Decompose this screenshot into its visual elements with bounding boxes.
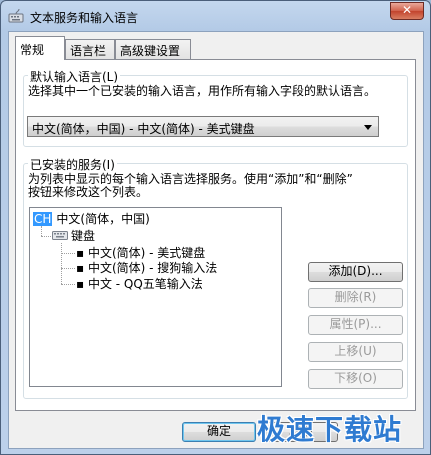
installed-services-tree[interactable]: CH 中文(简体，中国) 键盘 ▪ 中文(简体) - 美式键盘 ▪ 中文(简体)… (29, 207, 282, 387)
tab-advanced-key-settings[interactable]: 高级键设置 (115, 39, 191, 59)
default-language-selected-value: 中文(简体，中国) - 中文(简体) - 美式键盘 (32, 122, 255, 136)
tab-language-bar[interactable]: 语言栏 (65, 39, 115, 59)
default-language-group: 默认输入语言(L) 选择其中一个已安装的输入语言，用作所有输入字段的默认语言。 … (23, 68, 408, 147)
ok-button[interactable]: 确定 (182, 422, 256, 442)
tree-language-node[interactable]: CH 中文(简体，中国) (33, 212, 150, 226)
tree-language-label: 中文(简体，中国) (56, 212, 150, 226)
tree-connector (61, 284, 75, 285)
window-title: 文本服务和输入语言 (30, 11, 139, 25)
tree-service-label: 中文(简体) - 搜狗输入法 (87, 261, 218, 275)
tree-connector (61, 243, 62, 284)
keyboard-icon (52, 231, 68, 240)
chevron-down-icon (364, 125, 372, 130)
tree-service-item[interactable]: ▪ 中文 - QQ五笔输入法 (76, 277, 203, 291)
tree-connector (61, 253, 75, 254)
watermark: 极速下载站 (257, 413, 403, 446)
dialog-window: 文本服务和输入语言 ✕ 常规 语言栏 高级键设置 默认输入语言(L) 选择其中一… (0, 0, 431, 455)
tree-service-label: 中文 - QQ五笔输入法 (87, 277, 203, 291)
add-button[interactable]: 添加(D)... (308, 262, 403, 282)
tab-general[interactable]: 常规 (15, 36, 65, 60)
dialog-client: 常规 语言栏 高级键设置 默认输入语言(L) 选择其中一个已安装的输入语言，用作… (8, 31, 424, 449)
tree-service-item[interactable]: ▪ 中文(简体) - 美式键盘 (76, 246, 205, 260)
installed-services-description-line2: 按钮来修改这个列表。 (28, 185, 149, 199)
default-language-select[interactable]: 中文(简体，中国) - 中文(简体) - 美式键盘 (27, 116, 379, 137)
tree-service-label: 中文(简体) - 美式键盘 (87, 246, 206, 260)
tree-keyboard-label: 键盘 (71, 229, 96, 243)
properties-button[interactable]: 属性(P)... (308, 315, 403, 335)
keyboard-icon (8, 8, 24, 23)
default-language-group-title: 默认输入语言(L) (28, 68, 121, 85)
tree-service-item[interactable]: ▪ 中文(简体) - 搜狗输入法 (76, 261, 217, 275)
remove-button[interactable]: 删除(R) (308, 288, 403, 308)
installed-services-group: 已安装的服务(I) 为列表中显示的每个输入语言选择服务。使用“添加”和“删除” … (23, 156, 408, 399)
default-language-description: 选择其中一个已安装的输入语言，用作所有输入字段的默认语言。 (28, 84, 377, 98)
tab-panel-general: 默认输入语言(L) 选择其中一个已安装的输入语言，用作所有输入字段的默认语言。 … (15, 59, 416, 411)
move-down-button[interactable]: 下移(O) (308, 369, 403, 389)
language-badge: CH (33, 212, 53, 226)
title-bar[interactable]: 文本服务和输入语言 ✕ (1, 1, 430, 31)
tree-connector (61, 268, 75, 269)
tree-connector (41, 236, 51, 237)
installed-services-group-title: 已安装的服务(I) (28, 156, 117, 173)
close-button[interactable]: ✕ (390, 2, 424, 20)
move-up-button[interactable]: 上移(U) (308, 342, 403, 362)
tree-connector (41, 226, 42, 236)
tree-keyboard-node[interactable]: 键盘 (52, 229, 95, 243)
